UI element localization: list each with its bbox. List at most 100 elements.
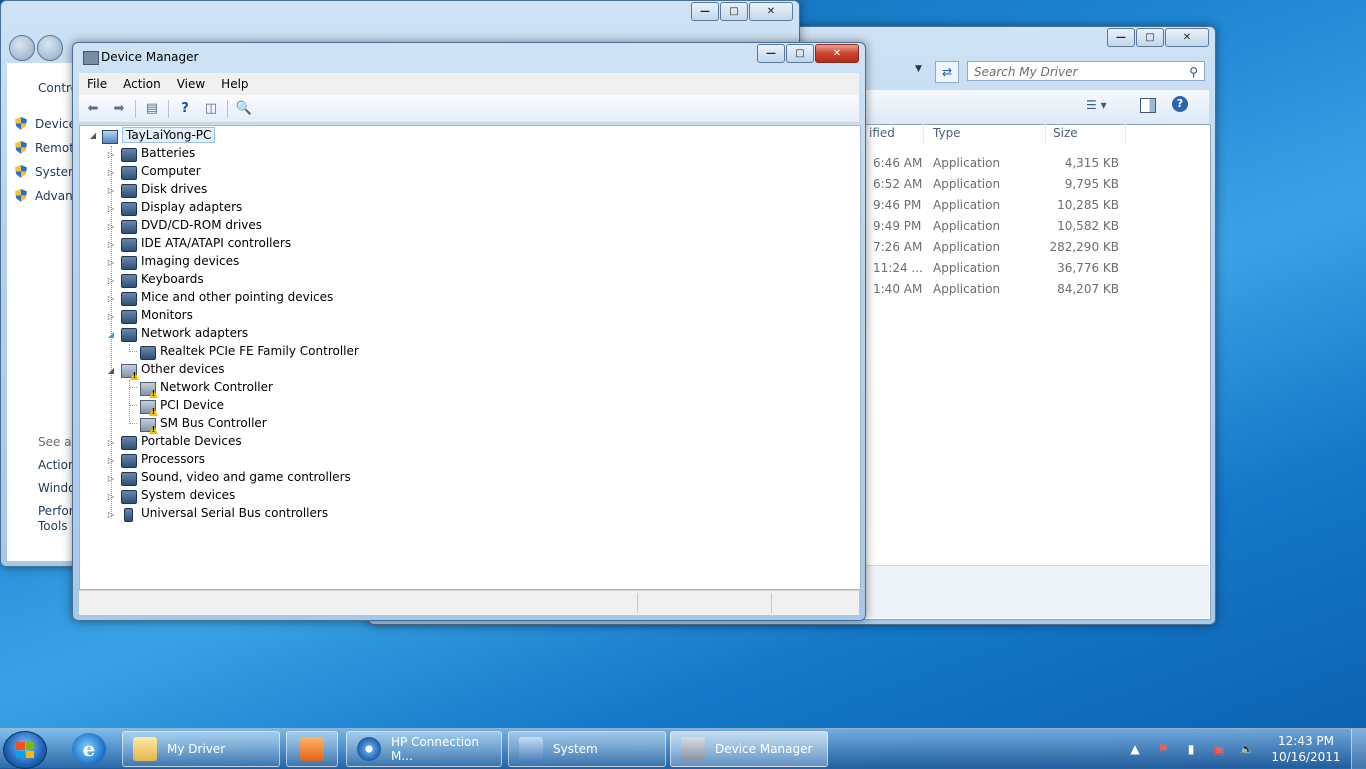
file-row-type[interactable]: Application bbox=[933, 153, 1000, 174]
expand-icon[interactable]: ▷ bbox=[106, 150, 116, 159]
file-row-size[interactable]: 84,207 KB bbox=[1045, 279, 1119, 300]
file-row-size[interactable]: 36,776 KB bbox=[1045, 258, 1119, 279]
menu-view[interactable]: View bbox=[169, 73, 213, 95]
file-row-time[interactable]: 6:46 AM bbox=[873, 153, 922, 174]
tree-item-ide-controllers[interactable]: IDE ATA/ATAPI controllers bbox=[141, 234, 291, 252]
column-header-size[interactable]: Size bbox=[1053, 121, 1126, 145]
close-button[interactable]: ✕ bbox=[749, 2, 793, 21]
column-header-type[interactable]: Type bbox=[933, 121, 1046, 145]
see-also-link[interactable]: Action bbox=[38, 458, 76, 472]
expand-icon[interactable]: ▷ bbox=[106, 186, 116, 195]
minimize-button[interactable]: — bbox=[757, 44, 785, 63]
expand-icon[interactable]: ▷ bbox=[106, 312, 116, 321]
tree-item-realtek[interactable]: Realtek PCIe FE Family Controller bbox=[160, 342, 359, 360]
collapse-icon[interactable]: ◢ bbox=[106, 330, 116, 339]
forward-icon[interactable] bbox=[37, 35, 63, 61]
see-also-link[interactable]: Windo bbox=[38, 481, 76, 495]
volume-icon[interactable]: 🔈 bbox=[1239, 741, 1255, 757]
taskbar-button-media-player[interactable] bbox=[286, 731, 338, 767]
file-row-type[interactable]: Application bbox=[933, 216, 1000, 237]
address-dropdown-icon[interactable]: ▼ bbox=[915, 64, 929, 78]
file-row-time[interactable]: 6:52 AM bbox=[873, 174, 922, 195]
battery-icon[interactable]: ▮ bbox=[1183, 741, 1199, 757]
tree-item-disk-drives[interactable]: Disk drives bbox=[141, 180, 207, 198]
file-row-time[interactable]: 1:40 AM bbox=[873, 279, 922, 300]
expand-icon[interactable]: ▷ bbox=[106, 438, 116, 447]
expand-icon[interactable]: ▷ bbox=[106, 474, 116, 483]
collapse-icon[interactable]: ◢ bbox=[106, 366, 116, 375]
network-icon[interactable]: ▣ bbox=[1211, 741, 1227, 757]
expand-icon[interactable]: ▷ bbox=[106, 276, 116, 285]
show-hide-console-tree-icon[interactable]: ▤ bbox=[142, 100, 162, 118]
maximize-button[interactable]: □ bbox=[1136, 28, 1164, 47]
tree-item-portable-devices[interactable]: Portable Devices bbox=[141, 432, 242, 450]
file-row-size[interactable]: 4,315 KB bbox=[1045, 153, 1119, 174]
column-header-modified[interactable]: ified bbox=[869, 121, 924, 145]
tree-root[interactable]: TayLaiYong-PC bbox=[122, 126, 216, 144]
file-row-size[interactable]: 10,285 KB bbox=[1045, 195, 1119, 216]
tree-item-system-devices[interactable]: System devices bbox=[141, 486, 235, 504]
file-row-time[interactable]: 11:24 ... bbox=[873, 258, 923, 279]
close-button[interactable]: ✕ bbox=[815, 44, 859, 63]
tree-item-sound-controllers[interactable]: Sound, video and game controllers bbox=[141, 468, 351, 486]
expand-icon[interactable]: ▷ bbox=[106, 222, 116, 231]
scan-hardware-icon[interactable]: 🔍 bbox=[234, 100, 254, 118]
file-row-type[interactable]: Application bbox=[933, 258, 1000, 279]
minimize-button[interactable]: — bbox=[691, 2, 719, 21]
tree-item-usb-controllers[interactable]: Universal Serial Bus controllers bbox=[141, 504, 328, 522]
search-input[interactable]: Search My Driver ⚲ bbox=[967, 61, 1205, 81]
tree-item-network-controller[interactable]: Network Controller bbox=[160, 378, 273, 396]
expand-icon[interactable]: ▷ bbox=[106, 168, 116, 177]
view-options-icon[interactable]: ☰ ▾ bbox=[1086, 98, 1107, 112]
show-hide-action-pane-icon[interactable]: ◫ bbox=[201, 100, 221, 118]
maximize-button[interactable]: □ bbox=[720, 2, 748, 21]
file-row-time[interactable]: 9:49 PM bbox=[873, 216, 921, 237]
close-button[interactable]: ✕ bbox=[1165, 28, 1209, 47]
menu-file[interactable]: File bbox=[79, 73, 115, 95]
preview-pane-icon[interactable] bbox=[1140, 98, 1156, 113]
file-row-type[interactable]: Application bbox=[933, 195, 1000, 216]
refresh-icon[interactable]: ⇄ bbox=[935, 61, 959, 83]
file-row-type[interactable]: Application bbox=[933, 279, 1000, 300]
expand-icon[interactable]: ▷ bbox=[106, 258, 116, 267]
start-button[interactable] bbox=[3, 731, 47, 769]
maximize-button[interactable]: □ bbox=[786, 44, 814, 63]
collapse-icon[interactable]: ◢ bbox=[88, 131, 98, 140]
menu-action[interactable]: Action bbox=[115, 73, 169, 95]
see-also-link[interactable]: Perfor bbox=[38, 504, 74, 518]
expand-icon[interactable]: ▷ bbox=[106, 204, 116, 213]
tree-item-computer[interactable]: Computer bbox=[141, 162, 201, 180]
taskbar-button-system[interactable]: System bbox=[508, 731, 666, 767]
tree-item-display-adapters[interactable]: Display adapters bbox=[141, 198, 242, 216]
expand-icon[interactable]: ▷ bbox=[106, 240, 116, 249]
tree-item-pci-device[interactable]: PCI Device bbox=[160, 396, 224, 414]
tree-item-batteries[interactable]: Batteries bbox=[141, 144, 195, 162]
file-row-time[interactable]: 7:26 AM bbox=[873, 237, 922, 258]
show-hidden-icons-icon[interactable]: ▲ bbox=[1127, 741, 1143, 757]
control-panel-task[interactable]: Systen bbox=[15, 165, 76, 179]
expand-icon[interactable]: ▷ bbox=[106, 510, 116, 519]
menu-help[interactable]: Help bbox=[213, 73, 256, 95]
clock[interactable]: 12:43 PM 10/16/2011 bbox=[1261, 733, 1351, 765]
tree-item-dvd-drives[interactable]: DVD/CD-ROM drives bbox=[141, 216, 262, 234]
expand-icon[interactable]: ▷ bbox=[106, 456, 116, 465]
taskbar-button-hp-connection[interactable]: HP Connection M... bbox=[346, 731, 502, 767]
back-arrow-icon[interactable]: ⬅ bbox=[83, 100, 103, 118]
control-panel-task[interactable]: Remot bbox=[15, 141, 74, 155]
tree-item-imaging-devices[interactable]: Imaging devices bbox=[141, 252, 239, 270]
tree-item-network-adapters[interactable]: Network adapters bbox=[141, 324, 248, 342]
tree-item-processors[interactable]: Processors bbox=[141, 450, 205, 468]
tree-item-mice[interactable]: Mice and other pointing devices bbox=[141, 288, 333, 306]
file-row-size[interactable]: 9,795 KB bbox=[1045, 174, 1119, 195]
expand-icon[interactable]: ▷ bbox=[106, 294, 116, 303]
tree-item-sm-bus-controller[interactable]: SM Bus Controller bbox=[160, 414, 267, 432]
file-row-time[interactable]: 9:46 PM bbox=[873, 195, 921, 216]
internet-explorer-icon[interactable]: e bbox=[72, 733, 106, 765]
see-also-link[interactable]: Tools bbox=[38, 519, 68, 533]
expand-icon[interactable]: ▷ bbox=[106, 492, 116, 501]
minimize-button[interactable]: — bbox=[1107, 28, 1135, 47]
help-icon[interactable]: ? bbox=[1172, 96, 1188, 112]
file-row-size[interactable]: 10,582 KB bbox=[1045, 216, 1119, 237]
control-panel-task[interactable]: Advan bbox=[15, 189, 73, 203]
help-icon[interactable]: ? bbox=[175, 100, 195, 118]
